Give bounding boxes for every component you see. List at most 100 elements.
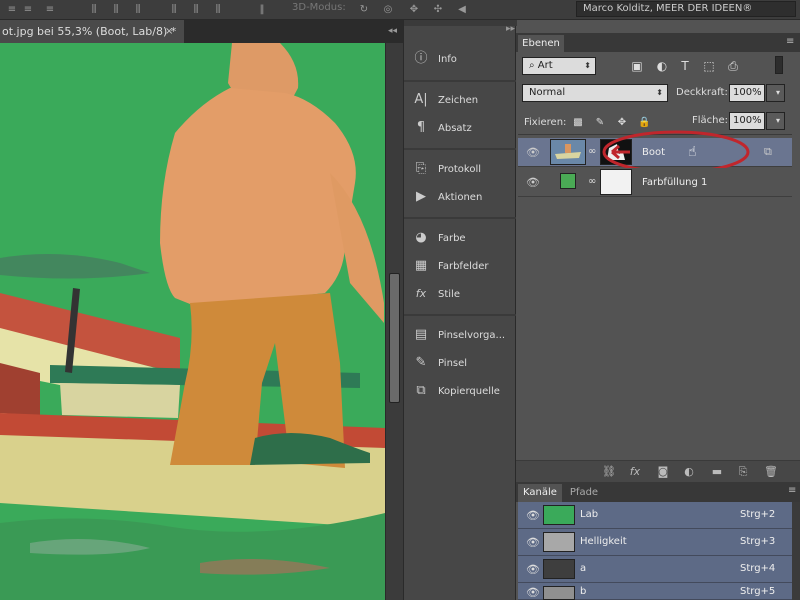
group-folder-icon[interactable]: ▬ xyxy=(710,465,724,479)
3d-drag-icon[interactable]: ✥ xyxy=(408,4,420,15)
dock-item-pinsel[interactable]: ✎ Pinsel xyxy=(412,352,512,374)
link-icon[interactable]: ∞ xyxy=(588,146,596,157)
channel-row-lab[interactable]: 👁 Lab Strg+2 xyxy=(518,502,792,529)
dock-grip[interactable] xyxy=(404,20,517,26)
visibility-eye-icon[interactable]: 👁 xyxy=(526,563,540,576)
collapse-panels-icon[interactable]: ▸▸ xyxy=(506,24,515,34)
chevron-updown-icon: ⬍ xyxy=(656,88,663,97)
dock-item-kopierquelle[interactable]: ⧉ Kopierquelle xyxy=(412,380,512,402)
link-layers-icon[interactable]: ⛓ xyxy=(602,465,616,479)
channel-row-a[interactable]: 👁 a Strg+4 xyxy=(518,556,792,583)
channel-name: a xyxy=(580,563,587,574)
tab-kanaele[interactable]: Kanäle xyxy=(518,484,562,502)
chevron-down-icon: ▾ xyxy=(775,88,780,97)
boat-thumbnail-image xyxy=(551,140,585,164)
3d-rotate-icon[interactable]: ↻ xyxy=(358,4,370,15)
distribute-icon[interactable]: ⫼ xyxy=(110,4,122,15)
chevron-down-icon: ▾ xyxy=(775,116,780,125)
panel-menu-icon[interactable]: ≡ xyxy=(788,485,796,496)
close-icon[interactable]: × xyxy=(165,20,173,43)
lock-label: Fixieren: xyxy=(524,117,567,128)
visibility-eye-icon[interactable]: 👁 xyxy=(526,586,540,599)
collapse-dock-icon[interactable]: ◂◂ xyxy=(388,26,397,36)
shape-filter-icon[interactable]: ⬚ xyxy=(702,59,716,73)
dock-item-zeichen[interactable]: A| Zeichen xyxy=(412,89,512,111)
canvas-vertical-scrollbar[interactable] xyxy=(385,43,403,600)
tab-pfade[interactable]: Pfade xyxy=(566,484,602,502)
layer-filter-select[interactable]: ⌕ Art ⬍ xyxy=(522,57,596,75)
character-icon: A| xyxy=(414,92,428,107)
layer-row-farbfuellung[interactable]: 👁 ∞ Farbfüllung 1 xyxy=(518,168,792,197)
image-canvas[interactable] xyxy=(0,43,385,600)
trash-icon[interactable]: 🗑 xyxy=(764,465,778,479)
distribute-icon[interactable]: ⫼ xyxy=(132,4,144,15)
new-layer-icon[interactable]: ⎘ xyxy=(736,465,750,479)
channel-shortcut: Strg+2 xyxy=(740,509,776,520)
scrollbar-thumb[interactable] xyxy=(389,273,400,403)
workspace-select[interactable]: Marco Kolditz, MEER DER IDEEN® xyxy=(576,1,796,17)
document-title: ot.jpg bei 55,3% (Boot, Lab/8) * xyxy=(2,25,177,38)
lock-transparent-pixels-icon[interactable]: ▩ xyxy=(572,117,584,129)
3d-slide-icon[interactable]: ✣ xyxy=(432,4,444,15)
adjustment-filter-icon[interactable]: ◐ xyxy=(655,59,669,73)
visibility-eye-icon[interactable]: 👁 xyxy=(526,146,540,159)
adjustment-layer-icon[interactable]: ◐ xyxy=(682,465,696,479)
smartobject-filter-icon[interactable]: ⎙ xyxy=(726,59,740,73)
layer-mask-thumbnail[interactable] xyxy=(600,169,632,195)
type-filter-icon[interactable]: T xyxy=(678,59,692,73)
channel-row-b[interactable]: 👁 b Strg+5 xyxy=(518,583,792,600)
filter-toggle[interactable] xyxy=(775,56,783,74)
brush-icon: ✎ xyxy=(415,355,427,370)
align-icon[interactable]: ≡ xyxy=(6,4,18,15)
visibility-eye-icon[interactable]: 👁 xyxy=(526,176,540,189)
auto-align-icon[interactable]: ‖ xyxy=(256,4,268,15)
add-mask-icon[interactable]: ◙ xyxy=(656,465,670,479)
channel-name: Helligkeit xyxy=(580,536,627,547)
channels-scrollbar[interactable] xyxy=(792,502,800,600)
tab-ebenen[interactable]: Ebenen xyxy=(518,35,564,52)
blend-mode-select[interactable]: Normal ⬍ xyxy=(522,84,668,102)
document-tab[interactable]: ot.jpg bei 55,3% (Boot, Lab/8) * × xyxy=(0,20,184,43)
distribute-icon[interactable]: ⫼ xyxy=(190,4,202,15)
visibility-eye-icon[interactable]: 👁 xyxy=(526,536,540,549)
info-icon: ⓘ xyxy=(414,51,428,66)
channel-thumbnail xyxy=(543,505,575,525)
dock-item-aktionen[interactable]: ▶ Aktionen xyxy=(412,186,512,208)
opacity-dropdown[interactable]: ▾ xyxy=(766,84,785,102)
distribute-icon[interactable]: ⫼ xyxy=(168,4,180,15)
fx-styles-icon: fx xyxy=(415,287,427,300)
channel-shortcut: Strg+4 xyxy=(740,563,776,574)
panel-menu-icon[interactable]: ≡ xyxy=(786,36,794,47)
visibility-eye-icon[interactable]: 👁 xyxy=(526,509,540,522)
dock-separator xyxy=(404,148,517,150)
document-tab-bar: ot.jpg bei 55,3% (Boot, Lab/8) * × xyxy=(0,20,404,43)
align-icon[interactable]: ≡ xyxy=(22,4,34,15)
opacity-input[interactable]: 100% xyxy=(729,84,765,102)
dock-item-farbfelder[interactable]: ▦ Farbfelder xyxy=(412,255,512,277)
channel-thumbnail xyxy=(543,559,575,579)
distribute-icon[interactable]: ⫼ xyxy=(212,4,224,15)
dock-item-pinselvorgaben[interactable]: ▤ Pinselvorga... xyxy=(412,324,512,346)
clone-source-icon: ⧉ xyxy=(416,383,426,398)
link-icon[interactable]: ∞ xyxy=(588,176,596,187)
fx-icon[interactable]: fx xyxy=(628,465,642,479)
collapsed-panel-dock: ⓘ Info A| Zeichen ¶ Absatz ⎘ Protokoll ▶ Akti… xyxy=(403,20,517,600)
fill-color-swatch[interactable] xyxy=(560,173,576,189)
dock-separator xyxy=(404,217,517,219)
distribute-icon[interactable]: ⫼ xyxy=(88,4,100,15)
layer-name[interactable]: Farbfüllung 1 xyxy=(642,177,707,188)
dock-item-absatz[interactable]: ¶ Absatz xyxy=(412,117,512,139)
dock-item-info[interactable]: ⓘ Info xyxy=(412,48,512,70)
fill-dropdown[interactable]: ▾ xyxy=(766,112,785,130)
3d-roll-icon[interactable]: ◎ xyxy=(382,4,394,15)
dock-item-stile[interactable]: fx Stile xyxy=(412,283,512,305)
pixel-filter-icon[interactable]: ▣ xyxy=(630,59,644,73)
3d-camera-icon[interactable]: ◀ xyxy=(456,4,468,15)
channel-row-helligkeit[interactable]: 👁 Helligkeit Strg+3 xyxy=(518,529,792,556)
dock-item-protokoll[interactable]: ⎘ Protokoll xyxy=(412,158,512,180)
brush-presets-icon: ▤ xyxy=(414,327,428,342)
align-icon[interactable]: ≡ xyxy=(44,4,56,15)
channels-tab-bar: Kanäle Pfade ≡ xyxy=(516,482,800,502)
dock-item-farbe[interactable]: ◕ Farbe xyxy=(412,227,512,249)
paragraph-icon: ¶ xyxy=(416,120,426,135)
